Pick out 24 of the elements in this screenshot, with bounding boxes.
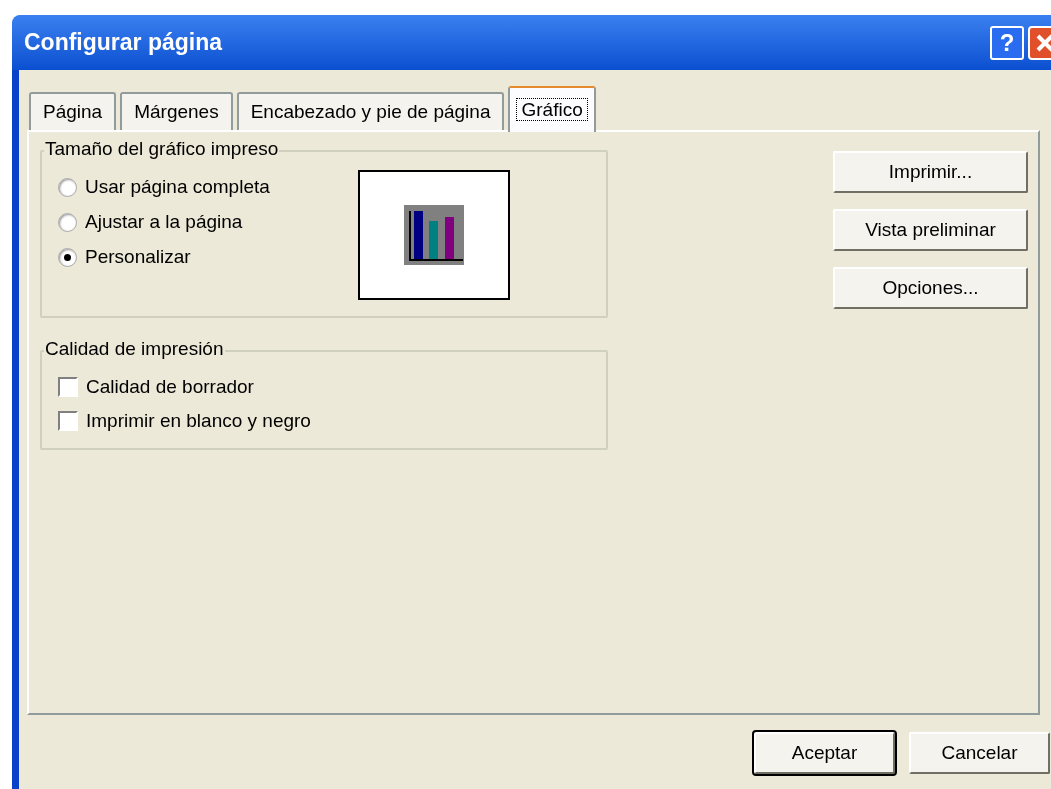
cancel-button[interactable]: Cancelar bbox=[909, 732, 1050, 774]
radio-button[interactable] bbox=[58, 212, 77, 232]
dialog-button[interactable]: Imprimir... bbox=[833, 151, 1028, 193]
tab[interactable]: Página bbox=[29, 92, 117, 130]
tab[interactable]: Márgenes bbox=[120, 92, 233, 130]
radio-label[interactable]: Usar página completa bbox=[85, 172, 270, 202]
checkbox[interactable] bbox=[58, 411, 78, 431]
ok-button[interactable]: Aceptar bbox=[754, 732, 895, 774]
radio-label[interactable]: Ajustar a la página bbox=[85, 207, 243, 237]
group-title: Tamaño del gráfico impreso bbox=[44, 139, 280, 158]
radio-label[interactable]: Personalizar bbox=[85, 242, 191, 272]
tab[interactable]: Encabezado y pie de página bbox=[236, 92, 505, 130]
checkbox-label[interactable]: Calidad de borrador bbox=[86, 372, 254, 402]
dialog-button[interactable]: Vista preliminar bbox=[833, 209, 1028, 251]
radio-button[interactable] bbox=[58, 177, 77, 197]
tab[interactable]: Gráfico bbox=[508, 86, 596, 132]
bar-chart-icon bbox=[404, 205, 464, 265]
checkbox-label[interactable]: Imprimir en blanco y negro bbox=[86, 406, 311, 436]
radio-button[interactable] bbox=[58, 247, 77, 267]
help-button[interactable]: ? bbox=[990, 25, 1024, 60]
group-title: Calidad de impresión bbox=[44, 339, 225, 358]
window-title: Configurar página bbox=[24, 28, 224, 58]
dialog-button[interactable]: Opciones... bbox=[833, 267, 1028, 309]
checkbox[interactable] bbox=[58, 377, 78, 397]
